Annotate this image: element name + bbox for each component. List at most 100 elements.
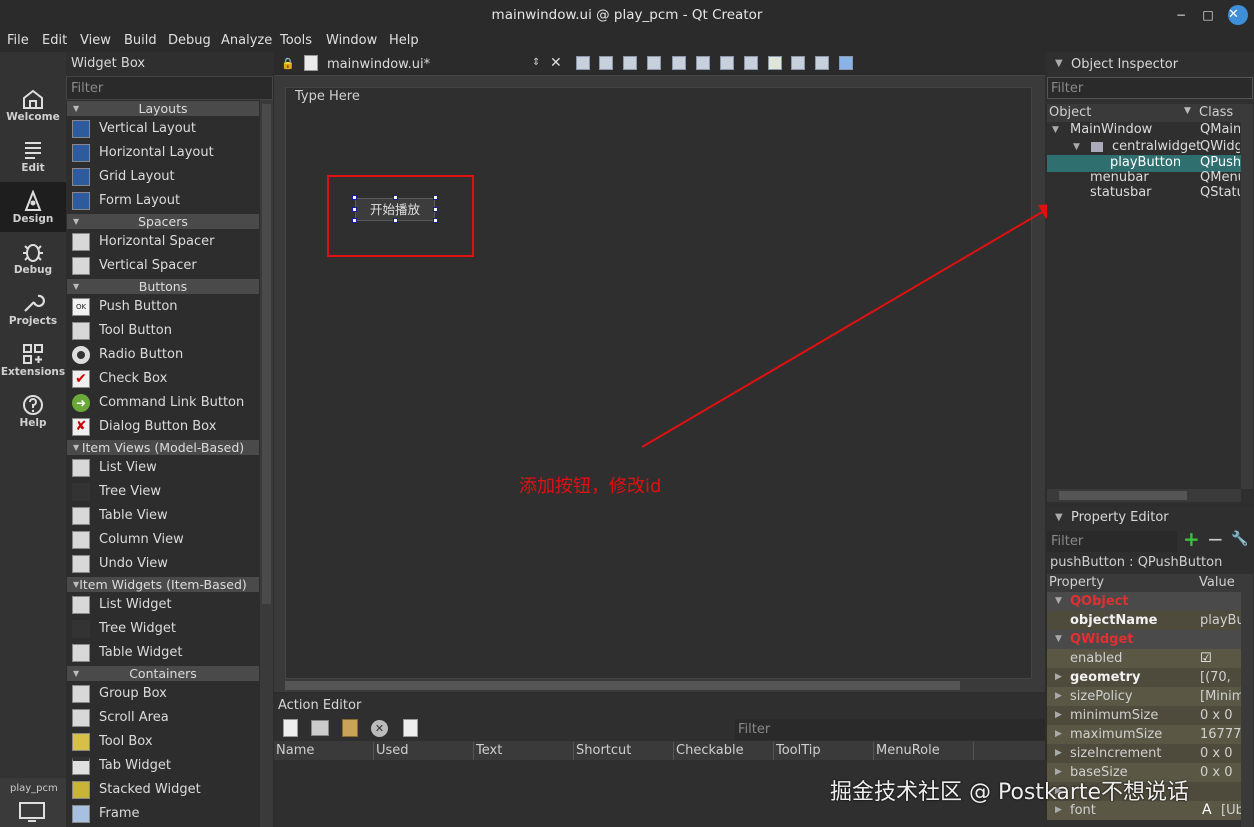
prop-enabled[interactable]: enabled ☑ [1047,649,1247,668]
tree-row-mainwindow[interactable]: ▼ MainWindow QMain [1047,122,1241,138]
layout-splitter-h-icon[interactable] [720,56,734,70]
widget-command-link-button[interactable]: ➜ Command Link Button [67,391,259,415]
menu-analyze[interactable]: Analyze [221,33,272,48]
widget-tree-view[interactable]: Tree View [67,480,259,504]
edit-widgets-icon[interactable] [576,56,590,70]
mode-debug[interactable]: Debug [0,233,66,283]
close-button[interactable]: ✕ [1228,5,1248,25]
form-horizontal-scrollbar[interactable] [285,679,1032,692]
widget-push-button[interactable]: OK Push Button [67,295,259,319]
tree-row-playbutton[interactable]: playButton QPush [1047,155,1241,171]
menu-file[interactable]: File [7,33,29,48]
menu-edit[interactable]: Edit [42,33,67,48]
widget-tool-box[interactable]: Tool Box [67,730,259,754]
col-checkable[interactable]: Checkable [674,742,774,760]
widget-group-box[interactable]: Group Box [67,682,259,706]
col-menurole[interactable]: MenuRole [874,742,974,760]
prop-maximumsize[interactable]: ▶ maximumSize 16777 [1047,725,1247,744]
widget-vertical-spacer[interactable]: Vertical Spacer [67,254,259,278]
widget-stacked-widget[interactable]: Stacked Widget [67,778,259,802]
layout-grid-icon[interactable] [791,56,805,70]
layout-vertical-icon[interactable] [696,56,710,70]
maximize-button[interactable]: □ [1200,7,1216,23]
tree-row-centralwidget[interactable]: ▼ centralwidget QWidg [1047,139,1241,155]
tree-row-statusbar[interactable]: statusbar QStatu [1047,185,1241,201]
widget-scroll-area[interactable]: Scroll Area [67,706,259,730]
widget-tree-widget[interactable]: Tree Widget [67,617,259,641]
category-item-views[interactable]: ▼ Item Views (Model-Based) [67,440,259,455]
prop-sizepolicy[interactable]: ▶ sizePolicy [Minim [1047,687,1247,706]
category-buttons[interactable]: ▼ Buttons [67,279,259,294]
close-file-icon[interactable]: ✕ [550,55,562,71]
object-filter-input[interactable]: Filter [1047,77,1253,99]
widget-grid-layout[interactable]: Grid Layout [67,165,259,189]
edit-tab-order-icon[interactable] [647,56,661,70]
widget-form-layout[interactable]: Form Layout [67,189,259,213]
prop-geometry[interactable]: ▶geometry[(70, 9( [1047,668,1247,704]
widget-frame[interactable]: Frame [67,802,259,826]
copy-action-icon[interactable] [311,720,329,736]
mode-help[interactable]: Help [0,386,66,436]
layout-form-icon[interactable] [815,56,829,70]
prop-sizeincrement[interactable]: ▶ sizeIncrement 0 x 0 [1047,744,1247,763]
col-used[interactable]: Used [374,742,474,760]
prop-minimumsize[interactable]: ▶ minimumSize 0 x 0 [1047,706,1247,725]
qt-preview-icon[interactable] [768,56,782,70]
tree-row-menubar[interactable]: menubar QMenu [1047,170,1241,186]
menu-debug[interactable]: Debug [168,33,211,48]
delete-action-icon[interactable]: ✕ [371,720,388,737]
property-filter-input[interactable]: Filter [1047,531,1177,552]
widget-horizontal-layout[interactable]: Horizontal Layout [67,141,259,165]
col-name[interactable]: Name [274,742,374,760]
col-object[interactable]: Object [1049,105,1091,120]
edit-signals-icon[interactable] [599,56,613,70]
widget-list-view[interactable]: List View [67,456,259,480]
file-tab[interactable]: mainwindow.ui* [327,57,430,72]
widget-check-box[interactable]: ✔ Check Box [67,367,259,391]
widget-column-view[interactable]: Column View [67,528,259,552]
object-tree-hscroll[interactable] [1047,489,1241,502]
col-shortcut[interactable]: Shortcut [574,742,674,760]
category-layouts[interactable]: ▼ Layouts [67,101,259,116]
layout-horizontal-icon[interactable] [672,56,686,70]
configure-action-icon[interactable] [403,719,418,737]
category-spacers[interactable]: ▼ Spacers [67,214,259,229]
menu-build[interactable]: Build [124,33,157,48]
widget-radio-button[interactable]: Radio Button [67,343,259,367]
minimize-button[interactable]: − [1173,7,1189,23]
mode-welcome[interactable]: Welcome [0,80,66,130]
project-selector[interactable]: play_pcm [0,778,66,827]
category-containers[interactable]: ▼ Containers [67,666,259,681]
widget-dialog-button-box[interactable]: ✘ Dialog Button Box [67,415,259,439]
mode-design[interactable]: Design [0,182,66,232]
mode-projects[interactable]: Projects [0,284,66,334]
remove-property-button[interactable]: − [1207,527,1224,551]
collapse-icon[interactable]: ▼ [1055,58,1063,69]
configure-icon[interactable]: 🔧 [1231,531,1248,547]
menu-tools[interactable]: Tools [280,33,312,48]
category-item-widgets[interactable]: ▼ Item Widgets (Item-Based) [67,577,259,592]
form-menu-type-here[interactable]: Type Here [295,89,360,104]
add-property-button[interactable]: + [1183,527,1200,551]
col-text[interactable]: Text [474,742,574,760]
col-value[interactable]: Value [1199,575,1235,590]
widget-vertical-layout[interactable]: Vertical Layout [67,117,259,141]
widget-undo-view[interactable]: Undo View [67,552,259,576]
property-vscroll[interactable] [1241,574,1253,827]
widget-list-widget[interactable]: List Widget [67,593,259,617]
group-qwidget[interactable]: ▼ QWidget [1047,630,1247,649]
widget-horizontal-spacer[interactable]: Horizontal Spacer [67,230,259,254]
col-class[interactable]: Class [1199,105,1233,120]
mode-extensions[interactable]: Extensions [0,335,66,385]
prop-objectname[interactable]: objectName playBu [1047,611,1247,630]
new-action-icon[interactable] [283,719,298,737]
group-qobject[interactable]: ▼ QObject [1047,592,1247,611]
widget-table-widget[interactable]: Table Widget [67,641,259,665]
paste-action-icon[interactable] [342,719,358,737]
widget-tab-widget[interactable]: Tab Widget [67,754,259,778]
col-tooltip[interactable]: ToolTip [774,742,874,760]
adjust-size-icon[interactable] [839,56,853,70]
col-property[interactable]: Property [1049,575,1104,590]
widget-box-scrollbar[interactable] [260,100,273,827]
action-filter-input[interactable]: Filter [735,719,1045,740]
